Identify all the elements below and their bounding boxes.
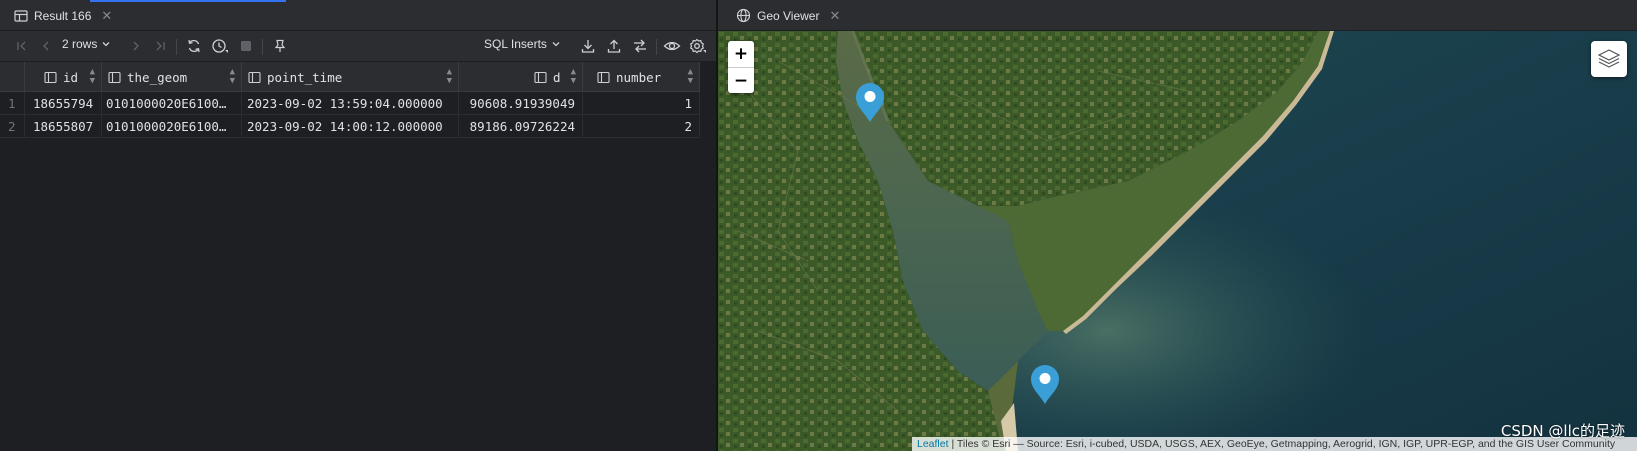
column-label: number (616, 69, 662, 85)
column-header-number[interactable]: number ▲ ▼ (583, 62, 700, 92)
column-icon (597, 71, 610, 84)
extractor-label: SQL Inserts (484, 37, 547, 51)
result-tabbar: Result 166 ✕ (0, 0, 716, 31)
cell-point-time[interactable]: 2023-09-02 13:59:04.000000 (242, 92, 459, 115)
sort-icon[interactable]: ▲ ▼ (688, 68, 693, 86)
grid-header: id ▲▼ the_geom ▲▼ point_time ▲▼ d ▲▼ (0, 62, 700, 92)
geo-tabbar: Geo Viewer ✕ (718, 0, 1637, 31)
cell-the-geom[interactable]: 0101000020E6100… (102, 92, 242, 115)
layers-icon (1596, 46, 1622, 72)
close-icon[interactable]: ✕ (829, 8, 840, 24)
prev-page-icon[interactable] (34, 34, 58, 58)
layers-button[interactable] (1591, 41, 1627, 77)
rows-label: 2 rows (62, 37, 98, 51)
column-icon (44, 71, 57, 84)
row-number: 1 (0, 92, 25, 115)
column-header-id[interactable]: id ▲ ▼ (25, 62, 102, 92)
column-icon (108, 71, 121, 84)
stop-icon[interactable] (234, 34, 258, 58)
row-number: 2 (0, 115, 25, 138)
upload-icon[interactable] (602, 34, 626, 58)
map-marker-1[interactable] (855, 83, 885, 123)
map-view[interactable]: + − Leaflet | Tiles © Esri — Source: Esr… (718, 31, 1637, 451)
sort-icon[interactable]: ▲ ▼ (90, 68, 95, 86)
zoom-control: + − (728, 41, 754, 93)
extractor-dropdown[interactable]: SQL Inserts (484, 37, 561, 51)
tab-result[interactable]: Result 166 ✕ (4, 0, 122, 31)
pin-icon[interactable] (268, 34, 292, 58)
refresh-icon[interactable] (182, 34, 206, 58)
clock-icon[interactable] (208, 34, 232, 58)
gear-icon[interactable] (686, 34, 710, 58)
tab-result-label: Result 166 (34, 8, 92, 23)
tab-geo-viewer-label: Geo Viewer (757, 8, 820, 23)
column-label: the_geom (127, 69, 188, 85)
cell-d[interactable]: 90608.91939049 (459, 92, 583, 115)
globe-icon (736, 8, 751, 23)
column-icon (248, 71, 261, 84)
column-label: d (553, 69, 561, 85)
column-header-point-time[interactable]: point_time ▲ ▼ (242, 62, 459, 92)
column-label: point_time (267, 69, 343, 85)
sort-icon[interactable]: ▲ ▼ (230, 68, 235, 86)
column-icon (534, 71, 547, 84)
map-marker-2[interactable] (1030, 365, 1060, 405)
first-page-icon[interactable] (10, 34, 34, 58)
zoom-in-button[interactable]: + (728, 41, 754, 67)
watermark: CSDN @llc的足迹 (1500, 422, 1625, 440)
result-pane: Result 166 ✕ 2 rows SQL Inserts id ▲ ▼ t… (0, 0, 716, 451)
cell-number[interactable]: 1 (583, 92, 700, 115)
toolbar-separator (176, 39, 177, 55)
result-toolbar: 2 rows SQL Inserts (0, 31, 716, 62)
column-header-the-geom[interactable]: the_geom ▲ ▼ (102, 62, 242, 92)
tab-geo-viewer[interactable]: Geo Viewer ✕ (726, 0, 850, 31)
zoom-out-button[interactable]: − (728, 67, 754, 93)
row-number-header (0, 62, 25, 92)
cell-number[interactable]: 2 (583, 115, 700, 138)
cell-id[interactable]: 18655807 (25, 115, 102, 138)
compare-icon[interactable] (628, 34, 652, 58)
cell-the-geom[interactable]: 0101000020E6100… (102, 115, 242, 138)
table-row[interactable]: 1 18655794 0101000020E6100… 2023-09-02 1… (0, 92, 700, 115)
table-icon (14, 9, 28, 23)
grid-scroll-gutter[interactable] (700, 62, 716, 451)
cell-d[interactable]: 89186.09726224 (459, 115, 583, 138)
geo-viewer-pane: Geo Viewer ✕ + − Leaflet | Tiles © Esri … (718, 0, 1637, 451)
chevron-down-icon (551, 39, 561, 49)
cell-id[interactable]: 18655794 (25, 92, 102, 115)
column-label: id (63, 69, 79, 85)
toolbar-separator (262, 39, 263, 55)
cell-point-time[interactable]: 2023-09-02 14:00:12.000000 (242, 115, 459, 138)
rows-dropdown[interactable]: 2 rows (62, 37, 111, 51)
toolbar-separator (656, 39, 657, 55)
close-icon[interactable]: ✕ (101, 8, 112, 24)
eye-icon[interactable] (660, 34, 684, 58)
column-header-d[interactable]: d ▲ ▼ (459, 62, 583, 92)
leaflet-link[interactable]: Leaflet (917, 438, 949, 450)
last-page-icon[interactable] (148, 34, 172, 58)
sort-icon[interactable]: ▲ ▼ (447, 68, 452, 86)
next-page-icon[interactable] (124, 34, 148, 58)
download-icon[interactable] (576, 34, 600, 58)
sort-icon[interactable]: ▲ ▼ (571, 68, 576, 86)
ide-window: Result 166 ✕ 2 rows SQL Inserts id ▲ ▼ t… (0, 0, 1637, 451)
chevron-down-icon (101, 39, 111, 49)
result-grid: id ▲▼ the_geom ▲▼ point_time ▲▼ d ▲▼ (0, 62, 700, 138)
table-row[interactable]: 2 18655807 0101000020E6100… 2023-09-02 1… (0, 115, 700, 138)
